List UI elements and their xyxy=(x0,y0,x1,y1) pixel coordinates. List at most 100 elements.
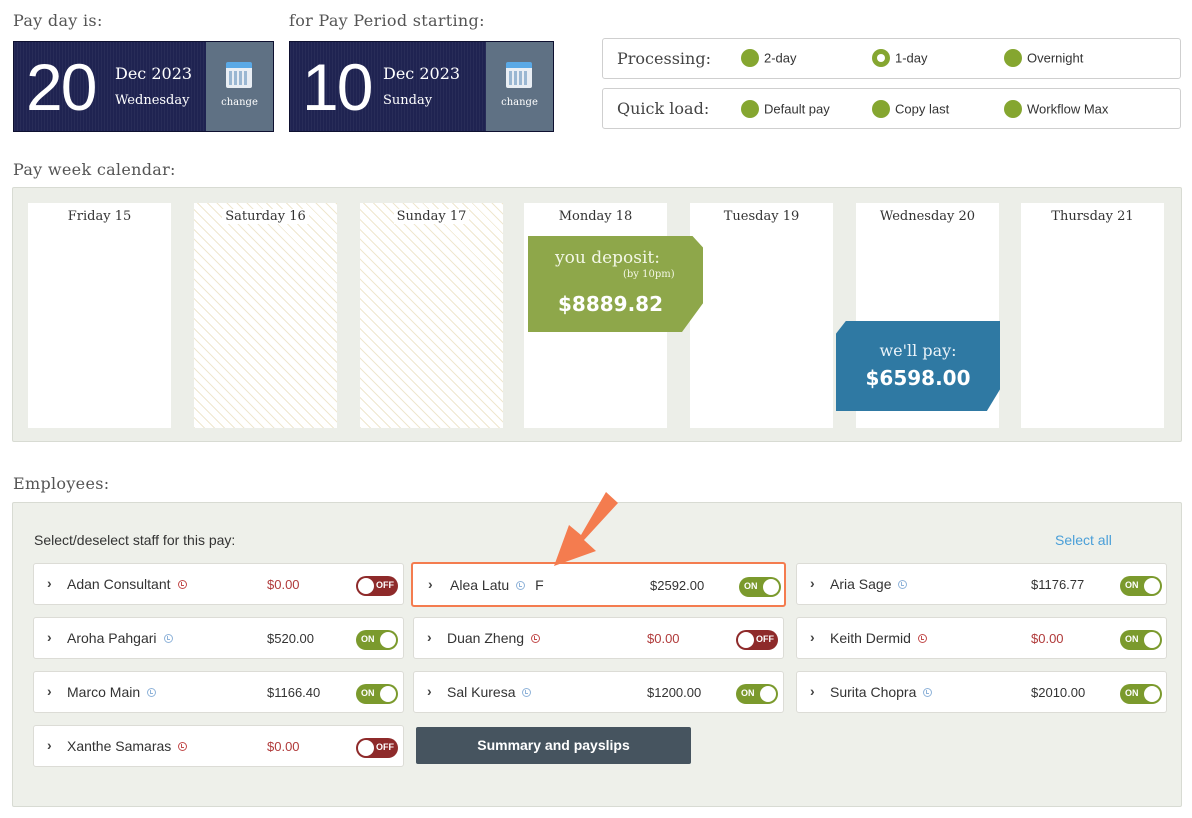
option-label: 2-day xyxy=(764,50,797,66)
chevron-right-icon: › xyxy=(810,575,815,591)
chevron-right-icon: › xyxy=(810,629,815,645)
employee-card[interactable]: › Sal Kuresa $1200.00 ON xyxy=(413,671,784,713)
calendar-day-thursday: Thursday 21 xyxy=(1021,203,1164,428)
toggle-label: ON xyxy=(741,688,755,698)
clock-icon xyxy=(147,688,157,697)
calendar-icon xyxy=(506,62,532,88)
radio-icon xyxy=(1004,49,1022,67)
clock-icon xyxy=(163,634,173,643)
quickload-option-workflow-max[interactable]: Workflow Max xyxy=(1004,100,1109,119)
employee-toggle[interactable]: ON xyxy=(356,630,398,650)
calendar-day-label: Friday 15 xyxy=(67,209,132,224)
employee-card[interactable]: › Adan Consultant $0.00 OFF xyxy=(33,563,404,605)
payday-box: 20 Dec 2023 Wednesday change xyxy=(13,41,274,132)
period-weekday: Sunday xyxy=(383,93,433,108)
employee-name: Aroha Pahgari xyxy=(67,630,157,646)
employee-card[interactable]: › Marco Main $1166.40 ON xyxy=(33,671,404,713)
toggle-label: OFF xyxy=(376,742,394,752)
deposit-amount: $8889.82 xyxy=(558,292,664,316)
toggle-knob xyxy=(760,686,776,702)
pay-card: we'll pay: $6598.00 xyxy=(836,321,1000,411)
toggle-knob xyxy=(380,632,396,648)
calendar-day-friday: Friday 15 xyxy=(28,203,171,428)
employee-card[interactable]: › Surita Chopra $2010.00 ON xyxy=(796,671,1167,713)
employee-name-wrap: Surita Chopra xyxy=(830,684,933,700)
toggle-label: ON xyxy=(361,634,375,644)
payday-change-button[interactable]: change xyxy=(206,42,273,131)
quickload-box: Quick load: Default pay Copy last Workfl… xyxy=(602,88,1181,129)
clock-icon xyxy=(522,688,532,697)
employee-card[interactable]: › Duan Zheng $0.00 OFF xyxy=(413,617,784,659)
employee-name-wrap: Xanthe Samaras xyxy=(67,738,188,754)
employee-amount: $0.00 xyxy=(647,631,680,646)
chevron-right-icon: › xyxy=(427,683,432,699)
option-label: 1-day xyxy=(895,50,928,66)
employee-name-wrap: Aroha Pahgari xyxy=(67,630,173,646)
employee-name: Adan Consultant xyxy=(67,576,171,592)
toggle-label: ON xyxy=(1125,634,1139,644)
calendar-day-sunday: Sunday 17 xyxy=(360,203,503,428)
employee-toggle[interactable]: OFF xyxy=(736,630,778,650)
calendar-day-label: Tuesday 19 xyxy=(723,209,800,224)
employee-name-wrap: Adan Consultant xyxy=(67,576,187,592)
option-label: Workflow Max xyxy=(1027,101,1109,117)
toggle-label: OFF xyxy=(756,634,774,644)
employee-amount: $1166.40 xyxy=(267,685,321,700)
employee-card[interactable]: › Keith Dermid $0.00 ON xyxy=(796,617,1167,659)
calendar-day-label: Monday 18 xyxy=(558,209,633,224)
employee-name-wrap: Keith Dermid xyxy=(830,630,927,646)
chevron-right-icon: › xyxy=(428,576,433,592)
calendar-day-label: Saturday 16 xyxy=(222,209,309,224)
employee-toggle[interactable]: ON xyxy=(1120,684,1162,704)
quickload-option-copy-last[interactable]: Copy last xyxy=(872,100,949,119)
toggle-knob xyxy=(380,686,396,702)
processing-box: Processing: 2-day 1-day Overnight xyxy=(602,38,1181,79)
payday-day: 20 xyxy=(26,50,97,124)
employee-toggle[interactable]: OFF xyxy=(356,738,398,758)
employee-toggle[interactable]: ON xyxy=(736,684,778,704)
clock-icon xyxy=(531,634,541,643)
calendar-day-tuesday: Tuesday 19 xyxy=(690,203,833,428)
pay-title: we'll pay: xyxy=(879,341,957,360)
chevron-right-icon: › xyxy=(47,737,52,753)
chevron-right-icon: › xyxy=(427,629,432,645)
quickload-option-default[interactable]: Default pay xyxy=(741,100,830,119)
employee-name: Duan Zheng xyxy=(447,630,525,646)
employee-toggle[interactable]: OFF xyxy=(356,576,398,596)
radio-selected-icon xyxy=(872,49,890,67)
employee-name: Marco Main xyxy=(67,684,141,700)
employee-amount: $1176.77 xyxy=(1031,577,1085,592)
pay-amount: $6598.00 xyxy=(865,366,971,390)
employee-toggle[interactable]: ON xyxy=(1120,630,1162,650)
period-change-button[interactable]: change xyxy=(486,42,553,131)
employee-toggle[interactable]: ON xyxy=(739,577,781,597)
toggle-label: ON xyxy=(1125,688,1139,698)
calendar-icon xyxy=(226,62,252,88)
radio-icon xyxy=(1004,100,1022,118)
employee-name: Xanthe Samaras xyxy=(67,738,172,754)
employee-name: Aria Sage xyxy=(830,576,892,592)
period-box: 10 Dec 2023 Sunday change xyxy=(289,41,554,132)
employee-card[interactable]: › Xanthe Samaras $0.00 OFF xyxy=(33,725,404,767)
pay-week-calendar: Friday 15 Saturday 16 Sunday 17 Monday 1… xyxy=(12,187,1182,442)
processing-option-2day[interactable]: 2-day xyxy=(741,49,797,68)
toggle-knob xyxy=(358,740,374,756)
toggle-label: ON xyxy=(1125,580,1139,590)
processing-option-1day[interactable]: 1-day xyxy=(872,49,928,68)
employee-card[interactable]: › Aroha Pahgari $520.00 ON xyxy=(33,617,404,659)
processing-option-overnight[interactable]: Overnight xyxy=(1004,49,1084,68)
summary-payslips-button[interactable]: Summary and payslips xyxy=(416,727,691,764)
employee-toggle[interactable]: ON xyxy=(356,684,398,704)
option-label: Overnight xyxy=(1027,50,1084,66)
calendar-day-label: Sunday 17 xyxy=(393,209,470,224)
toggle-knob xyxy=(1144,686,1160,702)
radio-icon xyxy=(741,100,759,118)
employee-toggle[interactable]: ON xyxy=(1120,576,1162,596)
period-day: 10 xyxy=(302,50,373,124)
select-all-link[interactable]: Select all xyxy=(1055,532,1112,548)
calendar-day-label-wrap: Saturday 16 xyxy=(194,209,337,224)
toggle-label: ON xyxy=(744,581,758,591)
employee-card[interactable]: › Aria Sage $1176.77 ON xyxy=(796,563,1167,605)
employee-name-wrap: Marco Main xyxy=(67,684,157,700)
payday-month-year: Dec 2023 xyxy=(115,64,193,83)
